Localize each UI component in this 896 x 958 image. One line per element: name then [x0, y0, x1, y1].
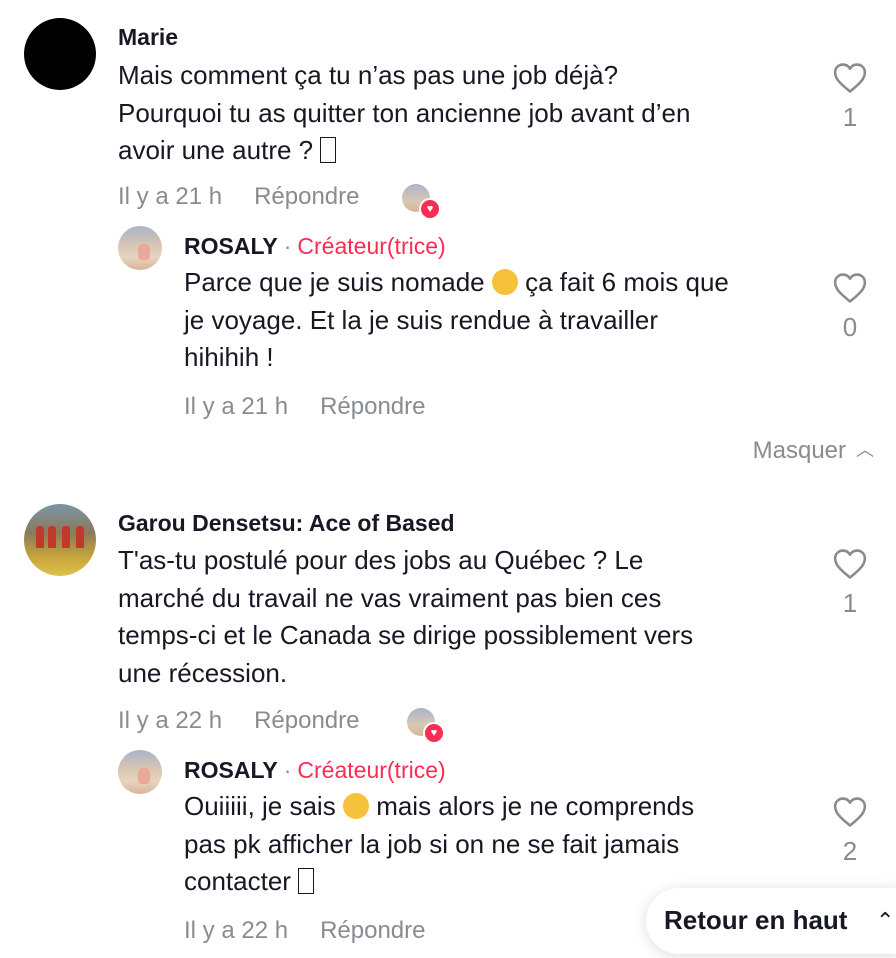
reply-text-line: mais alors je ne comprends — [376, 791, 695, 821]
comment-time: Il y a 21 h — [118, 183, 223, 210]
reply-username-row: ROSALY · Créateur(trice) — [184, 757, 446, 784]
reply-meta: Il y a 21 h Répondre — [184, 393, 425, 421]
reply-text-line: ça fait 6 mois que — [525, 267, 729, 297]
comment-text-line: Pourquoi tu as quitter ton ancienne job … — [118, 97, 691, 128]
reply-username[interactable]: ROSALY — [184, 757, 278, 783]
comment-text-line: T'as-tu postulé pour des jobs au Québec … — [118, 545, 644, 575]
missing-glyph-icon — [298, 868, 315, 894]
creator-liked-heart-icon: ♥ — [419, 198, 441, 220]
hide-replies-button[interactable]: Masquer ︿ — [753, 436, 874, 465]
creator-badge: Créateur(trice) — [297, 233, 446, 259]
like-count: 1 — [842, 102, 858, 132]
avatar[interactable] — [118, 226, 162, 270]
comment-text-line: Mais comment ça tu n’as pas une job déjà… — [118, 60, 619, 90]
like-button[interactable]: 0 — [830, 272, 870, 343]
creator-badge: Créateur(trice) — [297, 757, 446, 783]
back-to-top-button[interactable]: Retour en haut ⌃ — [646, 888, 896, 954]
comment-text-line: marché du travail ne vas vraiment pas bi… — [118, 582, 662, 613]
reply-button[interactable]: Répondre — [254, 707, 359, 734]
chevron-up-icon: ︿ — [856, 440, 874, 460]
heart-outline-icon — [833, 273, 867, 303]
creator-liked-heart-icon: ♥ — [423, 722, 445, 744]
reply-text-line: Ouiiiii, je sais — [184, 791, 336, 821]
shushing-face-emoji-icon — [491, 269, 518, 295]
like-count: 1 — [842, 588, 858, 618]
comment-username[interactable]: Garou Densetsu: Ace of Based — [118, 510, 455, 537]
like-button[interactable]: 2 — [830, 796, 870, 867]
separator: · — [283, 233, 292, 259]
reply-meta: Il y a 22 h Répondre — [184, 917, 425, 945]
like-button[interactable]: 1 — [830, 62, 870, 133]
reply-time: Il y a 22 h — [184, 917, 289, 944]
comment-time: Il y a 22 h — [118, 707, 223, 734]
reply-time: Il y a 21 h — [184, 393, 289, 420]
double-chevron-up-icon: ⌃ — [876, 908, 895, 933]
comment-text-line: temps-ci et le Canada se dirige possible… — [118, 620, 694, 650]
like-button[interactable]: 1 — [830, 548, 870, 619]
avatar[interactable] — [24, 18, 96, 90]
comment-text-line: une récession. — [118, 657, 288, 688]
reply-text-line: pas pk afficher la job si on ne se fait … — [184, 828, 680, 859]
reply-text-line: je voyage. Et la je suis rendue à travai… — [184, 304, 659, 335]
back-to-top-label: Retour en haut — [664, 905, 848, 935]
reply-text: Parce que je suis nomade ça fait 6 mois … — [184, 264, 804, 377]
missing-glyph-icon — [320, 137, 337, 163]
reply-button[interactable]: Répondre — [320, 917, 425, 944]
comment-text: Mais comment ça tu n’as pas une job déjà… — [118, 57, 798, 170]
comment-text-line: avoir une autre ? — [118, 135, 314, 165]
like-count: 2 — [842, 836, 858, 866]
comment-meta: Il y a 22 h Répondre — [118, 707, 359, 735]
reply-button[interactable]: Répondre — [254, 183, 359, 210]
comment-meta: Il y a 21 h Répondre — [118, 183, 359, 211]
crying-face-emoji-icon — [342, 793, 369, 819]
heart-outline-icon — [833, 63, 867, 93]
hide-replies-label: Masquer — [752, 437, 846, 464]
reply-username-row: ROSALY · Créateur(trice) — [184, 233, 446, 260]
separator: · — [283, 757, 292, 783]
reply-username[interactable]: ROSALY — [184, 233, 278, 259]
reply-button[interactable]: Répondre — [320, 393, 425, 420]
comment-text: T'as-tu postulé pour des jobs au Québec … — [118, 542, 798, 692]
reply-text-line: contacter — [184, 866, 291, 896]
heart-outline-icon — [833, 797, 867, 827]
reply-text: Ouiiiii, je sais mais alors je ne compre… — [184, 788, 804, 901]
avatar[interactable] — [24, 504, 96, 576]
avatar[interactable] — [118, 750, 162, 794]
reply-text-line: Parce que je suis nomade — [184, 267, 485, 297]
heart-outline-icon — [833, 549, 867, 579]
comment-username[interactable]: Marie — [118, 24, 178, 51]
like-count: 0 — [842, 312, 858, 342]
reply-text-line: hihihih ! — [184, 342, 274, 372]
